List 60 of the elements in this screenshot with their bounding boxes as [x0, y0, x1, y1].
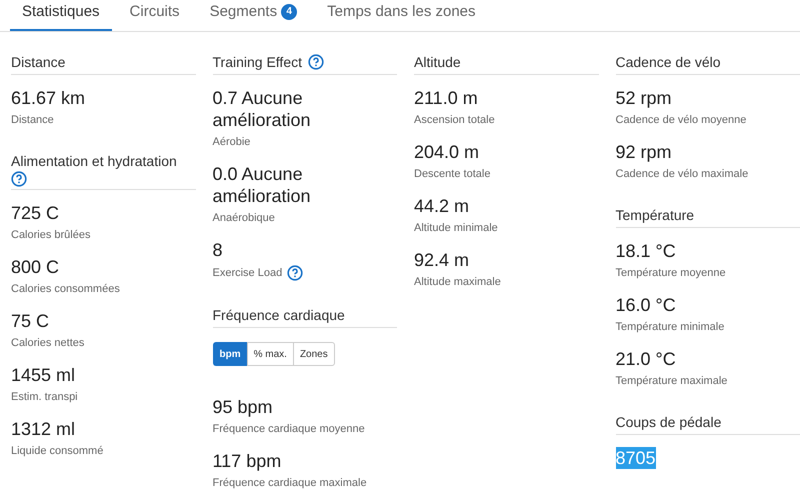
stat-label: Température moyenne — [616, 266, 726, 280]
stat-label: Fréquence cardiaque maximale — [212, 476, 367, 490]
section-title: Température — [616, 206, 694, 225]
stat-value: 21.0 °C — [616, 348, 676, 370]
unit-toggle-button[interactable]: % max. — [246, 342, 293, 366]
stat-value: 95 bpm — [212, 396, 273, 418]
section-title: Training Effect — [212, 53, 302, 72]
tab[interactable]: Temps dans les zones — [315, 0, 488, 31]
stat-label: Distance — [11, 113, 54, 127]
help-icon[interactable] — [308, 54, 324, 70]
tab[interactable]: Circuits — [118, 0, 192, 31]
stat-value: 1455 ml — [11, 364, 76, 386]
unit-toggle-button[interactable]: bpm — [212, 342, 247, 366]
section-title: Coups de pédale — [616, 413, 722, 432]
stat-label: Cadence de vélo moyenne — [616, 113, 746, 127]
stat-value: 92 rpm — [616, 141, 672, 163]
stat-label: Descente totale — [414, 167, 490, 181]
stat-value: 16.0 °C — [616, 294, 676, 316]
section-title: Fréquence cardiaque — [212, 306, 345, 325]
stat-label: Altitude minimale — [414, 221, 498, 235]
stat-value: 725 C — [11, 202, 60, 224]
help-icon[interactable] — [287, 265, 304, 281]
tab[interactable]: Segments 4 — [198, 0, 310, 31]
stat-value: 0.7 Aucune amélioration — [212, 87, 312, 131]
stat-value: 61.67 km — [11, 87, 86, 109]
stat-value: 800 C — [11, 256, 60, 278]
stat-value: 0.0 Aucune amélioration — [212, 163, 312, 207]
stat-label: Température minimale — [616, 320, 724, 334]
stat-label: Exercise Load — [212, 266, 282, 280]
stat-label: Calories nettes — [11, 336, 84, 350]
stat-value: 8 — [212, 239, 223, 261]
section-title: Alimentation et hydratation — [11, 152, 177, 171]
stat-value: 117 bpm — [212, 450, 282, 472]
stat-label: Altitude maximale — [414, 275, 501, 289]
stat-label: Estim. transpi — [11, 390, 78, 404]
stat-value: 92.4 m — [414, 249, 470, 271]
stat-value: 204.0 m — [414, 141, 480, 163]
unit-toggle-button[interactable]: Zones — [292, 342, 335, 366]
stat-value: 1312 ml — [11, 418, 76, 440]
stat-value: 52 rpm — [616, 87, 672, 109]
stat-value: 18.1 °C — [616, 240, 676, 262]
stat-label: Ascension totale — [414, 113, 495, 127]
stat-label: Liquide consommé — [11, 444, 104, 458]
stat-label: Calories consommées — [11, 282, 120, 296]
section-title: Altitude — [414, 53, 461, 72]
stat-value: 75 C — [11, 310, 50, 332]
count-badge: 4 — [281, 4, 298, 20]
stat-label: Fréquence cardiaque moyenne — [212, 422, 365, 436]
stat-label: Anaérobique — [212, 211, 275, 225]
section-title: Cadence de vélo — [616, 53, 721, 72]
stat-label: Aérobie — [212, 135, 250, 149]
stat-label: Calories brûlées — [11, 228, 90, 242]
stat-value: 211.0 m — [414, 87, 478, 109]
stat-value: 44.2 m — [414, 195, 470, 217]
stat-label: Température maximale — [616, 374, 728, 388]
help-icon[interactable] — [11, 171, 27, 187]
stat-value: 8705 — [616, 447, 656, 469]
section-title: Distance — [11, 53, 66, 72]
stat-label: Cadence de vélo maximale — [616, 167, 748, 181]
tab[interactable]: Statistiques — [10, 0, 112, 31]
